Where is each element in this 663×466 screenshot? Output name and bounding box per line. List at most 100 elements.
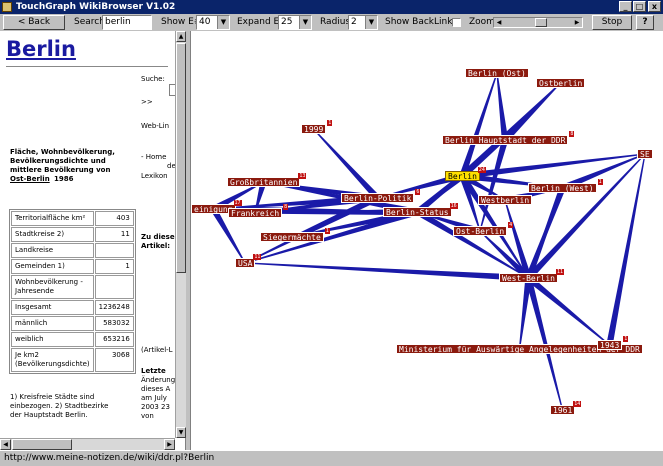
title-bar[interactable]: TouchGraph WikiBrowser V1.02 _ □ x: [0, 0, 663, 14]
window-title: TouchGraph WikiBrowser V1.02: [16, 2, 176, 12]
search-input[interactable]: berlin: [102, 15, 152, 30]
letzte-line-4: am July: [141, 394, 167, 402]
graph-node-westberlin[interactable]: Westberlin: [478, 195, 533, 205]
search-heading: Suche:: [141, 75, 165, 83]
graph-node-label: Berlin-Status: [386, 208, 449, 217]
graph-node-count-badge: 6: [415, 189, 421, 195]
caption-line-3: mittlere Bevölkerung von: [10, 166, 111, 174]
graph-node-hauptstadt[interactable]: Berlin Hauptstadt der DDR 8: [442, 131, 575, 145]
page-title[interactable]: Berlin: [6, 37, 76, 61]
table-cell-label: Landkreise: [11, 243, 94, 258]
radius-select[interactable]: 2 ▼: [348, 15, 378, 30]
expand-edges-select[interactable]: 25 ▼: [278, 15, 312, 30]
graph-node-status[interactable]: Berlin-Status 16: [383, 203, 458, 217]
maximize-button[interactable]: □: [633, 1, 646, 12]
graph-edge-y1943-se: [606, 153, 646, 346]
table-cell-value: 403: [94, 211, 134, 226]
stop-button[interactable]: Stop: [592, 15, 632, 30]
arrow-up-icon[interactable]: ▲: [176, 31, 186, 42]
graph-node-label: Frankreich: [231, 209, 280, 218]
arrow-right-icon[interactable]: ▶: [164, 439, 175, 450]
graph-node-berlin-west[interactable]: Berlin (West) 1: [528, 179, 603, 193]
app-icon: [2, 2, 12, 12]
table-row: Je km2 (Bevölkerungsdichte) 3068: [11, 348, 134, 372]
graph-node-label: einigung: [194, 205, 233, 214]
graph-node-label: Berlin Hauptstadt der DDR: [445, 136, 566, 145]
home-link[interactable]: - Home: [141, 153, 166, 162]
graph-node-y1961[interactable]: 1961 14: [550, 401, 582, 415]
letzte-line-5: 2003 23: [141, 403, 170, 411]
table-cell-value: 1236248: [94, 300, 134, 315]
web-hscroll-thumb[interactable]: [12, 439, 72, 450]
arrow-left-icon[interactable]: ◀: [0, 439, 11, 450]
graph-node-ost-berlin[interactable]: Ost-Berlin 4: [453, 222, 514, 236]
web-links-heading: Web-Lin: [141, 122, 170, 130]
arrow-down-icon[interactable]: ▼: [176, 427, 186, 438]
zoom-label: Zoom: [469, 17, 495, 27]
graph-node-count-badge: 11: [555, 269, 564, 275]
graph-node-frankreich[interactable]: Frankreich 8: [228, 204, 289, 218]
ost-berlin-link[interactable]: Ost-Berlin: [10, 175, 50, 184]
web-vscroll-thumb[interactable]: [176, 43, 186, 273]
lexikon-link[interactable]: Lexikon: [141, 172, 168, 181]
graph-node-label: USA: [238, 259, 253, 268]
table-cell-value: [94, 243, 134, 258]
show-edges-select[interactable]: 40 ▼: [196, 15, 230, 30]
graph-node-count-badge: 14: [573, 401, 582, 407]
graph-node-gb[interactable]: Großbritannien 13: [227, 173, 307, 187]
zoom-slider[interactable]: ◀ ▶: [493, 17, 583, 28]
arrow-right-icon[interactable]: ▶: [572, 18, 582, 27]
minimize-button[interactable]: _: [619, 1, 632, 12]
web-vertical-scrollbar[interactable]: ▲ ▼: [175, 31, 186, 438]
status-bar: http://www.meine-notizen.de/wiki/ddr.pl?…: [0, 450, 663, 466]
graph-node-label: Großbritannien: [230, 178, 298, 187]
graph-node-siegermaechte[interactable]: Siegermächte 1: [260, 228, 330, 242]
zu-dieser-heading: Zu diese: [141, 233, 175, 241]
table-cell-label: männlich: [11, 316, 94, 331]
graph-node-count-badge: 1: [623, 336, 629, 342]
graph-node-label: 1943: [600, 341, 620, 350]
graph-node-count-badge: 17: [233, 200, 242, 206]
close-button[interactable]: x: [648, 1, 661, 12]
zoom-slider-thumb[interactable]: [535, 18, 547, 27]
graph-node-berlin-ost[interactable]: Berlin (Ost): [465, 68, 529, 78]
graph-node-label: West-Berlin: [502, 274, 555, 283]
letzte-line-6: von: [141, 412, 154, 420]
table-row: weiblich 653216: [11, 332, 134, 347]
graph-node-label: Berlin (West): [531, 184, 594, 193]
search-go-link[interactable]: >>: [141, 98, 153, 107]
graph-node-y1943[interactable]: 1943 1: [597, 336, 629, 350]
table-row: Insgesamt 1236248: [11, 300, 134, 315]
table-row: Wohnbevölkerung - Jahresende: [11, 275, 134, 299]
help-button[interactable]: ?: [636, 15, 654, 30]
graph-node-usa[interactable]: USA 11: [235, 254, 262, 268]
graph-edge-berlin-west-west-berlin: [527, 186, 566, 279]
graph-node-ostberlin[interactable]: Ostberlin: [536, 78, 586, 88]
app-window: TouchGraph WikiBrowser V1.02 _ □ x < Bac…: [0, 0, 663, 466]
graph-canvas[interactable]: Berlin (Ost) Ostberlin 1999 1 Berlin Hauptst…: [190, 31, 663, 450]
graph-node-label: Ost-Berlin: [456, 227, 505, 236]
letzte-line-2: Änderung: [141, 376, 176, 384]
artikel-l-link[interactable]: (Artikel-L: [141, 346, 173, 355]
table-cell-value: 1: [94, 259, 134, 274]
graph-node-politik[interactable]: Berlin-Politik 6: [341, 189, 421, 203]
graph-node-y1999[interactable]: 1999 1: [301, 120, 333, 134]
graph-node-se[interactable]: SE: [637, 149, 653, 159]
web-horizontal-scrollbar[interactable]: ◀ ▶: [0, 438, 175, 450]
graph-node-west-berlin[interactable]: West-Berlin 11: [499, 269, 564, 283]
table-row: Territorialfläche km² 403: [11, 211, 134, 226]
back-button[interactable]: < Back: [3, 15, 65, 30]
table-row: Stadtkreise 2) 11: [11, 227, 134, 242]
arrow-left-icon[interactable]: ◀: [494, 18, 504, 27]
graph-node-label: 1999: [304, 125, 324, 134]
backlinks-checkbox[interactable]: [452, 18, 461, 27]
graph-node-berlin[interactable]: Berlin 24: [445, 167, 486, 181]
search-label: Search: [74, 17, 105, 27]
table-cell-label: weiblich: [11, 332, 94, 347]
table-cell-label: Gemeinden 1): [11, 259, 94, 274]
show-edges-value: 40: [199, 17, 211, 27]
caption-year: 1986: [54, 175, 74, 183]
footnote-line-1: 1) Kreisfreie Städte sind: [10, 393, 95, 401]
caption-line-1: Fläche, Wohnbevölkerung,: [10, 148, 115, 156]
status-url: http://www.meine-notizen.de/wiki/ddr.pl?…: [4, 453, 215, 463]
